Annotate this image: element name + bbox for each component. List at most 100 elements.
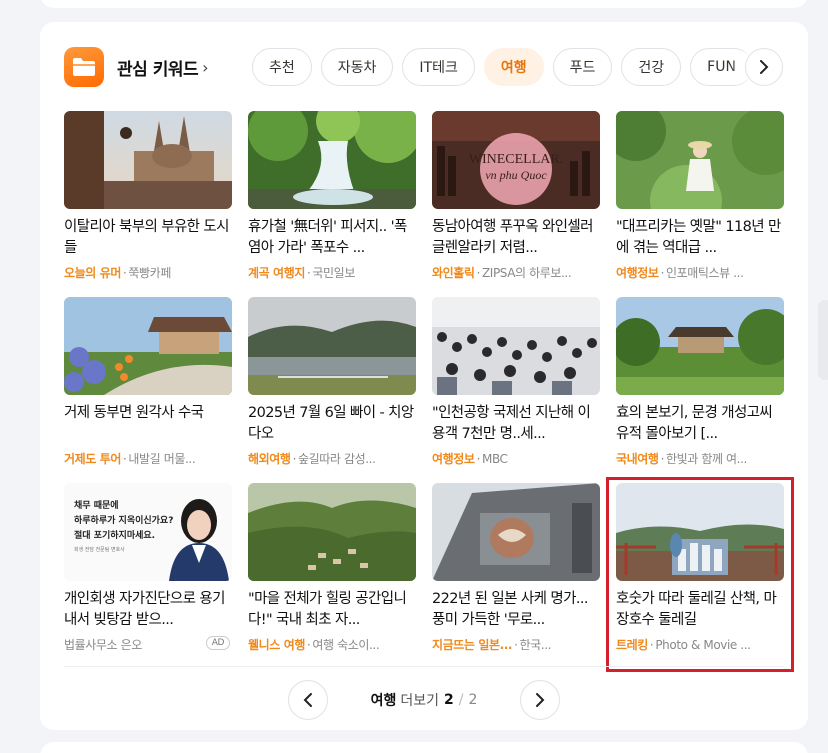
keyword-chip[interactable]: FUN bbox=[690, 48, 753, 86]
meta-separator: · bbox=[660, 452, 665, 466]
article-thumbnail[interactable] bbox=[248, 111, 416, 209]
article-tag[interactable]: 해외여행 bbox=[248, 452, 291, 466]
article-title[interactable]: 휴가철 '無더위' 피서지.. '폭염아 가라' 폭포수 ... bbox=[248, 217, 416, 259]
svg-text:WINECELLAR.: WINECELLAR. bbox=[469, 152, 563, 167]
interest-keywords-panel: 관심 키워드 › 추천 자동차 IT테크 여행 푸드 건강 FUN 이탈리아 북부의 부유한… bbox=[40, 22, 808, 730]
article-card[interactable]: 채무 때문에 하루하루가 지옥이신가요? 절대 포기하지마세요. 회생 전담 전문팀 … bbox=[64, 483, 232, 653]
article-thumbnail[interactable] bbox=[248, 297, 416, 395]
article-meta: 계곡 여행지 · 국민일보 bbox=[248, 264, 416, 281]
article-title[interactable]: 효의 본보기, 문경 개성고씨 유적 몰아보기 [... bbox=[616, 403, 784, 445]
meta-separator: · bbox=[122, 452, 127, 466]
section-title: 관심 키워드 bbox=[117, 59, 199, 80]
article-thumbnail[interactable]: WINECELLAR. vn phu Quoc bbox=[432, 111, 600, 209]
pager-more: 더보기 bbox=[400, 693, 439, 709]
selection-highlight bbox=[606, 477, 794, 672]
article-title[interactable]: 2025년 7월 6일 빠이 - 치앙다오 bbox=[248, 403, 416, 445]
article-source: 쭉빵카페 bbox=[128, 266, 171, 280]
article-meta: 여행정보 · 인포매틱스뷰 ... bbox=[616, 264, 784, 281]
svg-text:vn phu Quoc: vn phu Quoc bbox=[485, 168, 547, 182]
article-thumbnail[interactable]: 채무 때문에 하루하루가 지옥이신가요? 절대 포기하지마세요. 회생 전담 전문팀 … bbox=[64, 483, 232, 581]
article-source: 내발길 머물... bbox=[128, 452, 196, 466]
article-thumbnail[interactable] bbox=[64, 111, 232, 209]
article-thumbnail[interactable] bbox=[64, 297, 232, 395]
article-tag[interactable]: 지금뜨는 일본... bbox=[432, 638, 513, 652]
keyword-chip[interactable]: 여행 bbox=[483, 48, 544, 86]
article-tag[interactable]: 오늘의 유머 bbox=[64, 266, 121, 280]
article-source: 한빛과 함께 여... bbox=[665, 452, 747, 466]
pager-current: 2 bbox=[444, 692, 454, 708]
next-card bbox=[40, 742, 808, 753]
article-tag[interactable]: 와인홀릭 bbox=[432, 266, 475, 280]
article-meta: 국내여행 · 한빛과 함께 여... bbox=[616, 450, 784, 467]
article-thumbnail[interactable] bbox=[248, 483, 416, 581]
article-title[interactable]: "대프리카는 옛말" 118년 만에 겪는 역대급 ... bbox=[616, 217, 784, 259]
pager-slash: / bbox=[458, 692, 464, 708]
section-header[interactable]: 관심 키워드 › bbox=[64, 47, 209, 87]
article-source: 법률사무소 은오 bbox=[64, 638, 142, 652]
article-thumbnail[interactable] bbox=[616, 297, 784, 395]
article-title[interactable]: "마을 전체가 힐링 공간입니다!" 국내 최초 자... bbox=[248, 589, 416, 631]
article-meta: 여행정보 · MBC bbox=[432, 450, 600, 467]
article-tag[interactable]: 여행정보 bbox=[616, 266, 659, 280]
article-source: 국민일보 bbox=[312, 266, 355, 280]
chevron-right-icon bbox=[535, 693, 545, 707]
article-source: 인포매틱스뷰 ... bbox=[665, 266, 744, 280]
article-card[interactable]: 거제 동부면 원각사 수국거제도 투어 · 내발길 머물... bbox=[64, 297, 232, 467]
pager-total: 2 bbox=[468, 692, 478, 708]
chevron-right-icon: › bbox=[202, 57, 209, 77]
article-title[interactable]: 동남아여행 푸꾸옥 와인셀러 글렌알라키 저렴... bbox=[432, 217, 600, 259]
article-card[interactable]: 휴가철 '無더위' 피서지.. '폭염아 가라' 폭포수 ... 계곡 여행지 · 국… bbox=[248, 111, 416, 281]
article-meta: 웰니스 여행 · 여행 숙소이... bbox=[248, 636, 416, 653]
next-page-button[interactable] bbox=[519, 680, 560, 720]
pager-text[interactable]: 여행 더보기 2 / 2 bbox=[371, 690, 478, 710]
article-card[interactable]: 2025년 7월 6일 빠이 - 치앙다오해외여행 · 숲길따라 감성... bbox=[248, 297, 416, 467]
previous-card bbox=[40, 0, 808, 8]
chevron-right-icon bbox=[760, 60, 769, 74]
meta-separator: · bbox=[476, 266, 481, 280]
article-source: 여행 숙소이... bbox=[312, 638, 380, 652]
article-tag[interactable]: 여행정보 bbox=[432, 452, 475, 466]
article-title[interactable]: 개인회생 자가진단으로 용기내서 빚탕감 받으... bbox=[64, 589, 232, 631]
article-card[interactable]: WINECELLAR. vn phu Quoc 동남아여행 푸꾸옥 와인셀러 글렌알… bbox=[432, 111, 600, 281]
article-title[interactable]: 이탈리아 북부의 부유한 도시들 bbox=[64, 217, 232, 259]
pager-keyword: 여행 bbox=[370, 693, 397, 709]
article-meta: 지금뜨는 일본... · 한국... bbox=[432, 636, 600, 653]
keyword-chips: 추천 자동차 IT테크 여행 푸드 건강 FUN bbox=[252, 48, 762, 86]
keyword-chip[interactable]: 추천 bbox=[252, 48, 312, 86]
article-card[interactable]: 이탈리아 북부의 부유한 도시들오늘의 유머 · 쭉빵카페 bbox=[64, 111, 232, 281]
article-meta: 와인홀릭 · ZIPSA의 하루보... bbox=[432, 264, 600, 281]
svg-text:회생 전담 전문팀 변호사: 회생 전담 전문팀 변호사 bbox=[74, 546, 125, 553]
folder-icon bbox=[64, 47, 104, 87]
prev-page-button[interactable] bbox=[288, 680, 328, 720]
chips-next-button[interactable] bbox=[745, 48, 783, 86]
article-tag[interactable]: 국내여행 bbox=[616, 452, 659, 466]
article-title[interactable]: 222년 된 일본 사케 명가... 풍미 가득한 '무로... bbox=[432, 589, 600, 631]
article-thumbnail[interactable] bbox=[432, 297, 600, 395]
side-scroll-edge bbox=[818, 300, 828, 380]
article-card[interactable]: "인천공항 국제선 지난해 이용객 7천만 명..세... 여행정보 · MBC bbox=[432, 297, 600, 467]
keyword-chip[interactable]: 푸드 bbox=[552, 48, 613, 86]
pagination: 여행 더보기 2 / 2 bbox=[288, 680, 560, 720]
article-tag[interactable]: 거제도 투어 bbox=[64, 452, 121, 466]
meta-separator: · bbox=[476, 452, 481, 466]
article-card[interactable]: "대프리카는 옛말" 118년 만에 겪는 역대급 ... 여행정보 · 인포매틱스뷰… bbox=[616, 111, 784, 281]
article-tag[interactable]: 계곡 여행지 bbox=[248, 266, 305, 280]
article-thumbnail[interactable] bbox=[432, 483, 600, 581]
article-card[interactable]: 효의 본보기, 문경 개성고씨 유적 몰아보기 [... 국내여행 · 한빛과 함께 … bbox=[616, 297, 784, 467]
meta-separator: · bbox=[306, 266, 311, 280]
article-card[interactable]: 222년 된 일본 사케 명가... 풍미 가득한 '무로... 지금뜨는 일본.… bbox=[432, 483, 600, 653]
article-meta: 해외여행 · 숲길따라 감성... bbox=[248, 450, 416, 467]
article-title[interactable]: "인천공항 국제선 지난해 이용객 7천만 명..세... bbox=[432, 403, 600, 445]
article-thumbnail[interactable] bbox=[616, 111, 784, 209]
article-tag[interactable]: 웰니스 여행 bbox=[248, 638, 305, 652]
meta-separator: · bbox=[306, 638, 311, 652]
svg-text:하루하루가 지옥이신가요?: 하루하루가 지옥이신가요? bbox=[74, 514, 173, 526]
article-meta: 오늘의 유머 · 쭉빵카페 bbox=[64, 264, 232, 281]
chevron-left-icon bbox=[303, 693, 312, 707]
svg-text:채무 때문에: 채무 때문에 bbox=[74, 499, 119, 511]
article-title[interactable]: 거제 동부면 원각사 수국 bbox=[64, 403, 232, 445]
article-card[interactable]: "마을 전체가 힐링 공간입니다!" 국내 최초 자... 웰니스 여행 · 여행 숙… bbox=[248, 483, 416, 653]
keyword-chip[interactable]: IT테크 bbox=[402, 48, 475, 86]
keyword-chip[interactable]: 건강 bbox=[621, 48, 682, 86]
keyword-chip[interactable]: 자동차 bbox=[320, 48, 394, 86]
